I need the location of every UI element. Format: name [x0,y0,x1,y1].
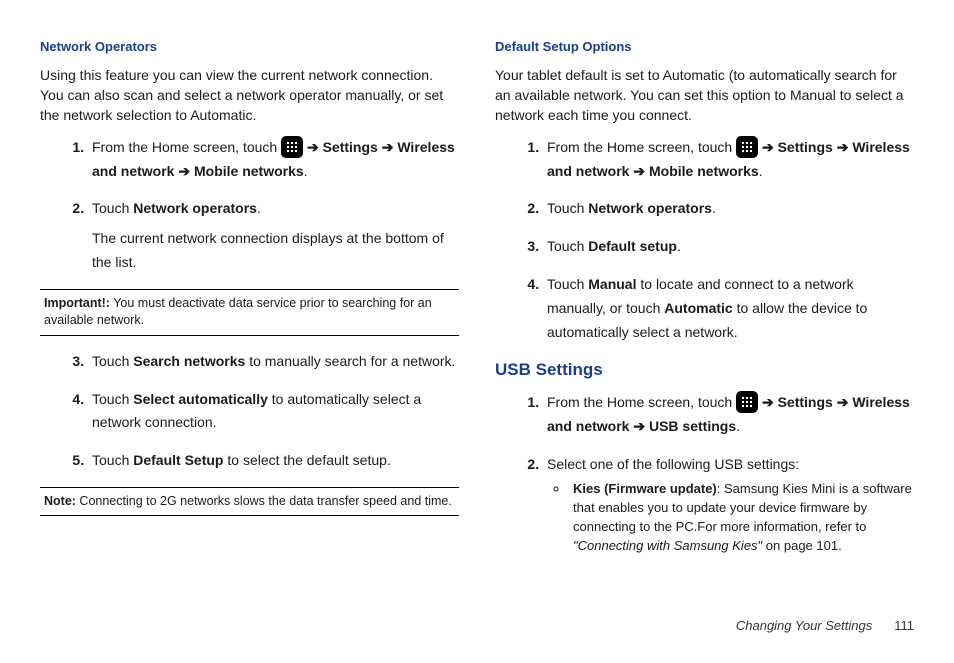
step-2: Touch Network operators. [543,197,914,221]
intro-paragraph: Using this feature you can view the curr… [40,65,459,126]
step-1: From the Home screen, touch ➔ Settings ➔… [543,136,914,184]
footer-title: Changing Your Settings [736,618,872,633]
important-note: Important!: You must deactivate data ser… [40,289,459,336]
page-footer: Changing Your Settings 111 [40,618,914,633]
apps-icon [281,136,303,158]
intro-paragraph-right: Your tablet default is set to Automatic … [495,65,914,126]
section-heading-default-setup: Default Setup Options [495,38,914,57]
usb-options-list: Kies (Firmware update): Samsung Kies Min… [547,480,914,555]
page-number: 111 [894,618,914,633]
steps-default-setup: From the Home screen, touch ➔ Settings ➔… [495,136,914,345]
step-3: Touch Default setup. [543,235,914,259]
step-2: Select one of the following USB settings… [543,453,914,556]
step-5: Touch Default Setup to select the defaul… [88,449,459,473]
step-1: From the Home screen, touch ➔ Settings ➔… [543,391,914,439]
steps-usb: From the Home screen, touch ➔ Settings ➔… [495,391,914,556]
apps-icon [736,136,758,158]
apps-icon [736,391,758,413]
section-heading-usb-settings: USB Settings [495,358,914,383]
note-2g: Note: Connecting to 2G networks slows th… [40,487,459,517]
bullet-kies: Kies (Firmware update): Samsung Kies Min… [569,480,914,555]
section-heading-network-operators: Network Operators [40,38,459,57]
page-columns: Network Operators Using this feature you… [40,38,914,570]
step-3: Touch Search networks to manually search… [88,350,459,374]
step-4: Touch Manual to locate and connect to a … [543,273,914,344]
step-2: Touch Network operators. The current net… [88,197,459,274]
steps-network-operators-cont: Touch Search networks to manually search… [40,350,459,473]
right-column: Default Setup Options Your tablet defaul… [495,38,914,570]
left-column: Network Operators Using this feature you… [40,38,459,570]
step-1: From the Home screen, touch ➔ Settings ➔… [88,136,459,184]
steps-network-operators: From the Home screen, touch ➔ Settings ➔… [40,136,459,275]
step-4: Touch Select automatically to automatica… [88,388,459,436]
